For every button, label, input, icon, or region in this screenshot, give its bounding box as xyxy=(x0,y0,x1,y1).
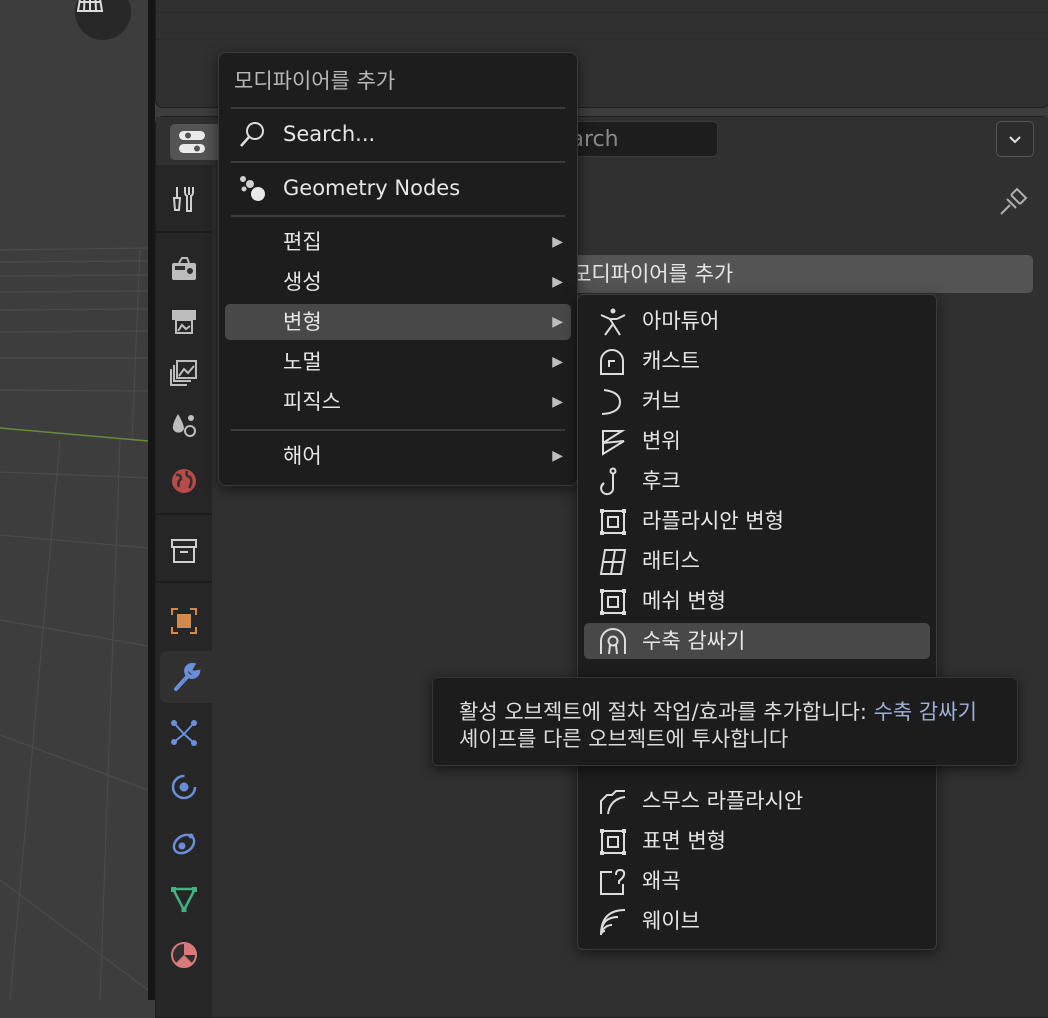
laplacian-deform-icon xyxy=(600,509,626,535)
grid-icon xyxy=(76,0,104,12)
lattice-icon xyxy=(599,549,627,575)
tooltip: 활성 오브젝트에 절차 작업/효과를 추가합니다: 수축 감싸기 셰이프를 다른… xyxy=(432,677,1018,766)
warp-icon xyxy=(600,868,626,895)
3d-viewport[interactable] xyxy=(0,0,148,1000)
submenu-item-curve[interactable]: 커브 xyxy=(584,383,930,419)
curve-icon xyxy=(601,389,622,415)
submenu-arrow-icon: ▶ xyxy=(552,354,563,370)
armature-icon xyxy=(600,308,626,336)
tab-data[interactable] xyxy=(156,873,212,925)
add-modifier-menu: 모디파이어를 추가 Search... Geometry Nodes 편집 ▶ 생… xyxy=(218,52,578,486)
tab-modifiers[interactable] xyxy=(160,651,212,703)
tab-particles[interactable] xyxy=(156,707,212,759)
cast-icon xyxy=(600,349,624,375)
menu-item-hair[interactable]: 해어 ▶ xyxy=(225,438,571,474)
submenu-item-hook[interactable]: 후크 xyxy=(584,463,930,499)
submenu-item-warp[interactable]: 왜곡 xyxy=(584,863,930,899)
tab-collection[interactable] xyxy=(156,525,212,577)
search-icon xyxy=(240,122,264,147)
menu-item-deform[interactable]: 변형 ▶ xyxy=(225,304,571,340)
render-icon xyxy=(172,257,196,280)
tab-material[interactable] xyxy=(156,929,212,981)
tooltip-description: 셰이프를 다른 오브젝트에 투사합니다 xyxy=(459,727,789,751)
displace-icon xyxy=(602,430,626,456)
deform-submenu: 아마튜어 캐스트 커브 변위 후크 라플라시안 변형 래티스 메쉬 변형 수축 … xyxy=(577,294,937,950)
wave-icon xyxy=(600,909,626,936)
menu-item-edit[interactable]: 편집 ▶ xyxy=(225,224,571,260)
submenu-item-laplacian-smooth[interactable]: 스무스 라플라시안 xyxy=(584,783,930,819)
menu-item-geometry-nodes[interactable]: Geometry Nodes xyxy=(225,170,571,206)
tab-physics[interactable] xyxy=(156,761,212,813)
hook-icon xyxy=(600,467,617,496)
laplacian-smooth-icon xyxy=(600,790,626,815)
mesh-deform-icon xyxy=(600,589,626,615)
menu-item-generate[interactable]: 생성 ▶ xyxy=(225,264,571,300)
submenu-arrow-icon: ▶ xyxy=(552,394,563,410)
constraint-icon xyxy=(172,833,196,855)
add-modifier-button[interactable]: 모디파이어를 추가 xyxy=(570,255,1033,293)
tab-constraints[interactable] xyxy=(156,817,212,869)
submenu-item-laplacian-deform[interactable]: 라플라시안 변형 xyxy=(584,503,930,539)
world-icon xyxy=(172,469,196,493)
editor-type-button[interactable] xyxy=(170,124,222,160)
tooltip-modifier-name: 수축 감싸기 xyxy=(873,700,977,724)
submenu-item-shrinkwrap[interactable]: 수축 감싸기 xyxy=(584,623,930,659)
options-dropdown-button[interactable] xyxy=(996,121,1034,157)
scene-icon xyxy=(172,414,196,437)
object-icon xyxy=(171,608,197,634)
properties-tab-strip xyxy=(156,165,212,1017)
physics-icon xyxy=(171,774,197,800)
menu-item-physics[interactable]: 피직스 ▶ xyxy=(225,384,571,420)
pin-icon[interactable] xyxy=(998,185,1030,221)
submenu-item-mesh-deform[interactable]: 메쉬 변형 xyxy=(584,583,930,619)
output-icon xyxy=(172,310,196,334)
material-icon xyxy=(171,942,197,969)
menu-title: 모디파이어를 추가 xyxy=(234,69,396,93)
submenu-arrow-icon: ▶ xyxy=(552,274,563,290)
wrench-icon xyxy=(174,662,201,691)
tab-world[interactable] xyxy=(156,455,212,507)
tooltip-line-1: 활성 오브젝트에 절차 작업/효과를 추가합니다: 수축 감싸기 xyxy=(459,696,977,726)
submenu-item-armature[interactable]: 아마튜어 xyxy=(584,303,930,339)
submenu-arrow-icon: ▶ xyxy=(552,234,563,250)
submenu-arrow-icon: ▶ xyxy=(552,314,563,330)
tab-tool[interactable] xyxy=(156,173,212,225)
menu-item-normals[interactable]: 노멀 ▶ xyxy=(225,344,571,380)
area-separator[interactable] xyxy=(148,0,155,1000)
submenu-arrow-icon: ▶ xyxy=(552,448,563,464)
submenu-item-surface-deform[interactable]: 표면 변형 xyxy=(584,823,930,859)
submenu-item-cast[interactable]: 캐스트 xyxy=(584,343,930,379)
chevron-down-icon xyxy=(1009,136,1021,144)
submenu-item-lattice[interactable]: 래티스 xyxy=(584,543,930,579)
view-layer-icon xyxy=(170,360,197,386)
collection-icon xyxy=(171,539,197,563)
tab-object[interactable] xyxy=(156,595,212,647)
tab-scene[interactable] xyxy=(156,399,212,451)
submenu-item-wave[interactable]: 웨이브 xyxy=(584,903,930,939)
particles-icon xyxy=(171,720,197,746)
tool-icon xyxy=(172,187,194,212)
mesh-data-icon xyxy=(170,887,198,913)
surface-deform-icon xyxy=(600,829,626,855)
viewport-grid xyxy=(0,247,148,1000)
tooltip-prefix: 활성 오브젝트에 절차 작업/효과를 추가합니다: xyxy=(459,700,874,724)
tab-output[interactable] xyxy=(156,295,212,347)
tab-view-layer[interactable] xyxy=(156,347,212,399)
menu-search-item[interactable]: Search... xyxy=(225,116,571,152)
shrinkwrap-icon xyxy=(600,628,626,655)
submenu-item-displace[interactable]: 변위 xyxy=(584,423,930,459)
tab-render[interactable] xyxy=(156,243,212,295)
geometry-nodes-icon xyxy=(240,176,265,201)
properties-toggle-icon xyxy=(179,131,205,153)
